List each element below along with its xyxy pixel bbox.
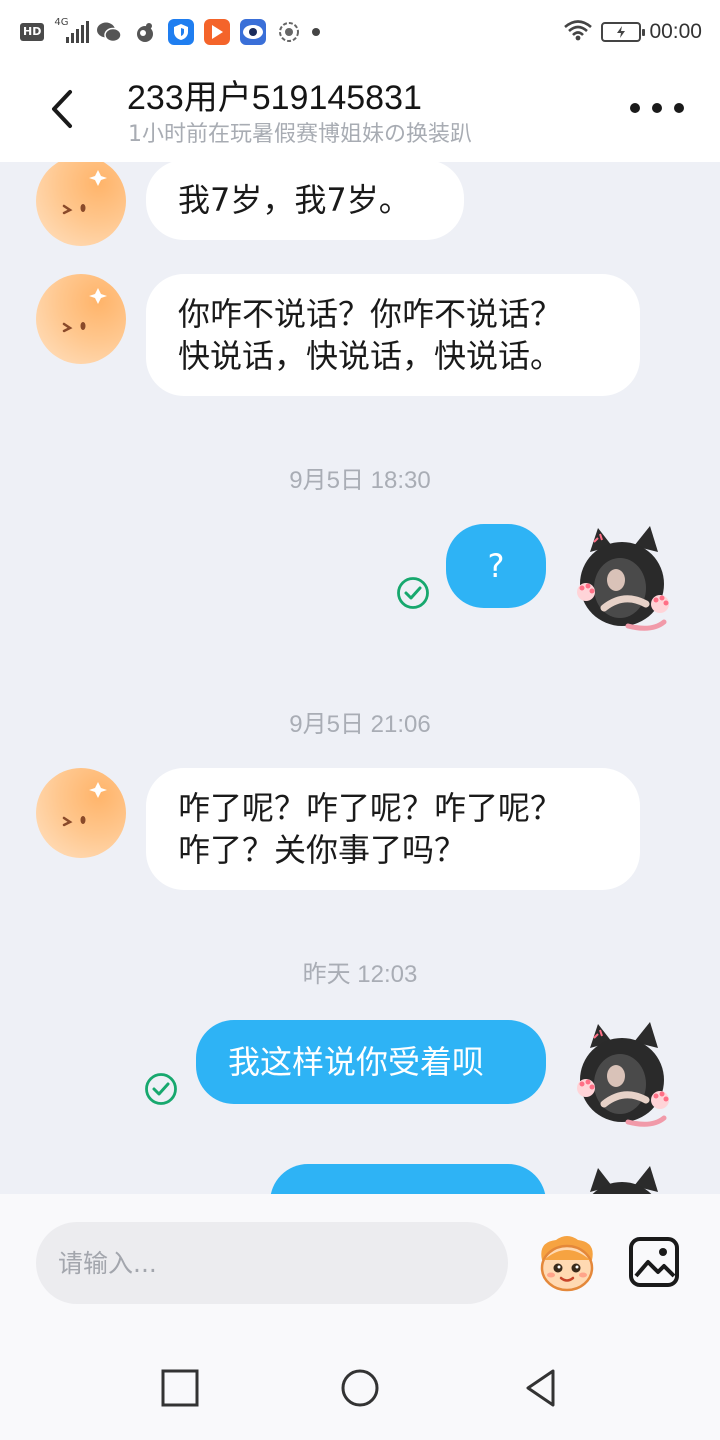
message-input[interactable] [36,1222,508,1304]
status-time: 00:00 [649,20,702,43]
hd-icon: HD [20,23,45,41]
recent-apps-square-icon [161,1369,199,1407]
send-image-button[interactable] [628,1236,680,1288]
back-nav-button[interactable] [518,1366,562,1410]
message-bubble-incoming[interactable]: 咋了呢？咋了呢？咋了呢？ 咋了？关你事了吗？ [146,768,640,890]
contact-avatar[interactable] [36,274,126,364]
timestamp-divider: 昨天 12:03 [302,961,418,988]
chevron-left-icon [52,90,72,128]
home-circle-icon [341,1369,379,1407]
read-receipt-check-icon [144,1072,178,1106]
home-button[interactable] [338,1366,382,1410]
status-bar: HD 4G 00:00 [0,0,720,64]
emoji-button[interactable] [534,1234,600,1294]
record-icon [276,19,302,45]
back-triangle-icon [526,1369,555,1407]
message-bubble-outgoing[interactable]: 我这样说你受着呗 [196,1020,546,1104]
system-navigation-bar [0,1334,720,1440]
video-app-icon [204,19,231,45]
my-avatar[interactable] [568,522,669,638]
message-bubble-incoming[interactable]: 我7岁，我7岁。 [146,162,464,240]
back-button[interactable] [40,84,84,134]
contact-activity-status: 1小时前在玩暑假赛博姐妹の换装趴 [128,122,472,147]
timestamp-divider: 9月5日 18:30 [289,467,431,494]
message-text-line: 快说话，快说话，快说话。 [178,337,563,375]
chat-header: 233用户519145831 1小时前在玩暑假赛博姐妹の换装趴 [0,64,720,162]
message-bubble-outgoing-partial[interactable] [270,1164,546,1194]
my-avatar[interactable] [568,1018,669,1134]
more-options-button[interactable] [630,92,684,124]
emoji-mascot-icon [540,1236,594,1292]
contact-avatar[interactable] [36,768,126,858]
wechat-icon [96,19,123,45]
message-text: ? [487,547,505,585]
contact-avatar[interactable] [36,162,126,246]
signal-4g-icon: 4G [54,17,90,45]
my-avatar[interactable] [568,1162,668,1194]
timestamp-divider: 9月5日 21:06 [289,711,431,738]
message-bubble-incoming[interactable]: 你咋不说话？你咋不说话？ 快说话，快说话，快说话。 [146,274,640,396]
app-icon [132,19,158,45]
more-notifications-dot [312,28,321,36]
image-icon [629,1237,679,1287]
recent-apps-button[interactable] [158,1366,202,1410]
message-text-line: 咋了呢？咋了呢？咋了呢？ [178,789,563,827]
read-receipt-check-icon [396,576,430,610]
message-text: 我7岁，我7岁。 [178,181,411,219]
message-text-line: 你咋不说话？你咋不说话？ [178,295,563,333]
message-bubble-outgoing[interactable]: ? [446,524,546,608]
message-text-line: 咋了？关你事了吗？ [178,831,467,869]
wifi-icon [563,19,593,45]
message-list[interactable]: 我7岁，我7岁。 你咋不说话？你咋不说话？ 快说话，快说话，快说话。 9月5日 … [0,162,720,1194]
battery-charging-icon [601,22,646,42]
message-text: 我这样说你受着呗 [228,1043,485,1081]
shield-app-icon [168,19,195,45]
eye-app-icon [240,19,267,45]
message-input-bar [0,1194,720,1334]
contact-name: 233用户519145831 [127,79,422,117]
more-horizontal-icon [630,103,640,113]
